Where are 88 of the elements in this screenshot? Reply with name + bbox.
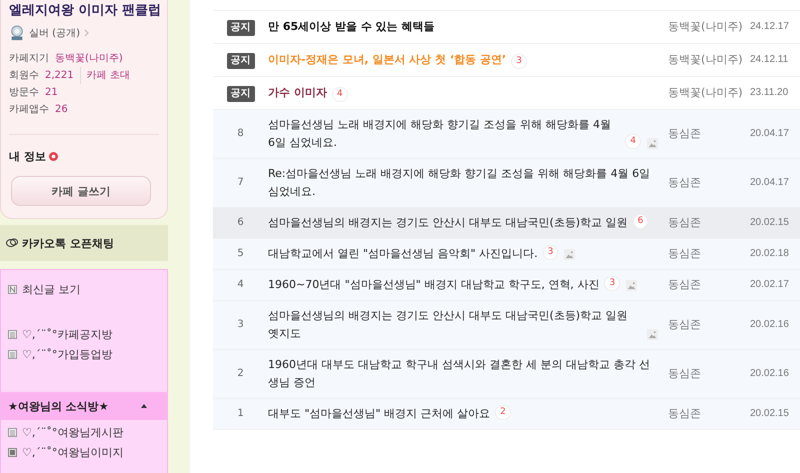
author-name[interactable]: 동심존 — [658, 245, 750, 263]
author-name[interactable]: 동심존 — [658, 405, 750, 423]
author-name[interactable]: 동심존 — [658, 214, 750, 232]
invite-link[interactable]: 카페 초대 — [80, 67, 130, 84]
post-title-link[interactable]: 대부도 "섬마을선생님" 배경지 근처에 살아요 — [268, 405, 490, 423]
stat-label: 방문수 — [9, 86, 39, 100]
comment-count[interactable]: 3 — [604, 276, 620, 291]
stat-value: 21 — [45, 86, 58, 100]
post-title-link[interactable]: 섬마을선생님의 배경지는 경기도 안산시 대부도 대남국민(초등)학교 일원 — [268, 214, 628, 232]
post-title-link[interactable]: 1960~70년대 "섬마을선생님" 배경지 대남학교 학구도, 연혁, 사진 — [268, 276, 600, 294]
menu-item[interactable]: ♡,´¨˚°여왕님이미지 — [22, 444, 124, 460]
board-icon — [8, 350, 17, 358]
author-name[interactable]: 동심존 — [658, 125, 750, 143]
post-title-link[interactable]: 섬마을선생님 노래 배경지에 해당화 향기길 조성을 위해 해당화를 4월 6일 심었네요. — [268, 116, 620, 152]
chat-bubble-icon — [6, 238, 18, 248]
cafe-title[interactable]: 엘레지여왕 이미자 팬클럽 — [9, 2, 159, 20]
author-name[interactable]: 동심존 — [658, 316, 750, 334]
post-number: 8 — [236, 127, 245, 141]
comment-count[interactable]: 6 — [632, 214, 648, 229]
post-row[interactable]: 1 대부도 "섬마을선생님" 배경지 근처에 살아요 2 동심존 20.02.15 — [213, 399, 800, 430]
stat-label: 회원수 — [9, 69, 39, 83]
post-row[interactable]: 7 Re:섬마을선생님 노래 배경지에 해당화 향기길 조성을 위해 해당화를 4월 6일 심었네요. 동심존 20.04.17 — [213, 159, 800, 208]
post-date: 24.12.17 — [750, 20, 789, 34]
stat-label: 카페지기 — [9, 52, 49, 66]
post-row[interactable]: 5 대남학교에서 열린 "섬마을선생님 음악회" 사진입니다. 3 동심존 20.02.18 — [213, 239, 800, 270]
chevron-icon — [84, 29, 89, 37]
post-number: 6 — [236, 216, 245, 230]
comment-count[interactable]: 4 — [625, 134, 641, 149]
post-row[interactable]: 2 1960년대 대부도 대남학교 학구내 섬색시와 결혼한 세 분의 대남학교 총각 선생님 증언 동심존 20.02.16 — [213, 350, 800, 399]
stat-value: 2,221 — [45, 69, 74, 83]
post-title-link[interactable]: 섬마을선생님의 배경지는 경기도 안산시 대부도 대남국민(초등)학교 일원 옛지도 — [268, 307, 641, 343]
post-date: 24.12.11 — [750, 53, 788, 67]
menu-item[interactable]: 최신글 보기 — [22, 282, 80, 296]
author-name[interactable]: 동심존 — [658, 365, 750, 383]
post-title-link[interactable]: 대남학교에서 열린 "섬마을선생님 음악회" 사진입니다. — [268, 245, 538, 263]
post-row[interactable]: 6 섬마을선생님의 배경지는 경기도 안산시 대부도 대남국민(초등)학교 일원 6 동심존 20.02.15 — [213, 208, 800, 239]
author-name[interactable]: 동심존 — [658, 174, 750, 192]
medal-icon — [9, 25, 25, 41]
post-row[interactable]: 8 섬마을선생님 노래 배경지에 해당화 향기길 조성을 위해 해당화를 4월 6일 심었네요. 4 동심존 20.04.17 — [213, 110, 800, 159]
post-date: 20.02.17 — [750, 278, 789, 292]
post-date: 20.04.17 — [750, 127, 789, 141]
post-number: 1 — [236, 407, 245, 421]
notice-badge: 공지 — [226, 53, 254, 69]
post-row[interactable]: 4 1960~70년대 "섬마을선생님" 배경지 대남학교 학구도, 연혁, 사진 3 동심존 20.02.17 — [213, 270, 800, 301]
stat-value: 동백꽃(나미주) — [55, 52, 123, 66]
grade-link[interactable]: 실버 (공개) — [29, 26, 80, 40]
comment-count[interactable]: 3 — [511, 54, 527, 69]
album-icon — [8, 448, 17, 456]
new-badge-icon — [48, 152, 58, 161]
post-number: 2 — [236, 367, 245, 381]
comment-count[interactable]: 3 — [542, 245, 558, 260]
author-name[interactable]: 동백꽃(나미주) — [658, 18, 750, 36]
comment-count[interactable]: 4 — [332, 87, 348, 102]
menu-item[interactable]: ♡,´¨˚°가입등업방 — [22, 346, 112, 362]
author-name[interactable]: 동심존 — [658, 276, 750, 294]
post-number: 4 — [236, 278, 245, 292]
author-name[interactable]: 동백꽃(나미주) — [658, 84, 750, 102]
post-title-link[interactable]: 가수 이미자 — [268, 86, 327, 99]
menu-item[interactable]: ♡,´¨˚°여왕님게시판 — [22, 424, 124, 440]
stat-value: 26 — [55, 103, 68, 117]
post-number: 3 — [236, 318, 245, 332]
stat-label: 카페앱수 — [9, 103, 49, 117]
post-title-link[interactable]: Re:섬마을선생님 노래 배경지에 해당화 향기길 조성을 위해 해당화를 4월 6일 심었네요. — [268, 165, 658, 201]
post-date: 20.02.16 — [750, 367, 789, 381]
my-info-label[interactable]: 내 정보 — [9, 149, 46, 164]
write-button[interactable]: 카페 글쓰기 — [11, 176, 151, 206]
post-date: 20.02.16 — [750, 318, 789, 332]
kakao-chat-bar[interactable]: 카카오톡 오픈채팅 — [0, 225, 168, 261]
new-board-icon — [8, 284, 17, 294]
post-number: 7 — [236, 176, 245, 190]
post-title-link[interactable]: 만 65세이상 받을 수 있는 혜택들 — [268, 20, 434, 33]
kakao-chat-label: 카카오톡 오픈채팅 — [22, 236, 114, 250]
notice-badge: 공지 — [226, 86, 254, 102]
menu-section-header[interactable]: ★여왕님의 소식방★ — [1, 392, 167, 420]
post-date: 20.02.15 — [750, 407, 789, 421]
board-icon — [8, 428, 17, 436]
notice-badge: 공지 — [226, 20, 254, 36]
comment-count[interactable]: 2 — [495, 405, 511, 420]
board-icon — [8, 330, 17, 338]
post-number: 5 — [236, 247, 245, 261]
author-name[interactable]: 동백꽃(나미주) — [658, 51, 750, 69]
post-date: 20.04.17 — [750, 176, 789, 190]
post-date: 20.02.15 — [750, 216, 789, 230]
post-date: 23.11.20 — [750, 86, 788, 100]
menu-item[interactable]: ♡,´¨˚°카페공지방 — [22, 326, 112, 342]
post-row[interactable]: 3 섬마을선생님의 배경지는 경기도 안산시 대부도 대남국민(초등)학교 일원 옛지도 동심존 20.02.16 — [213, 301, 800, 350]
post-title-link[interactable]: 1960년대 대부도 대남학교 학구내 섬색시와 결혼한 세 분의 대남학교 총각 선생님 증언 — [268, 356, 658, 392]
post-date: 20.02.18 — [750, 247, 789, 261]
